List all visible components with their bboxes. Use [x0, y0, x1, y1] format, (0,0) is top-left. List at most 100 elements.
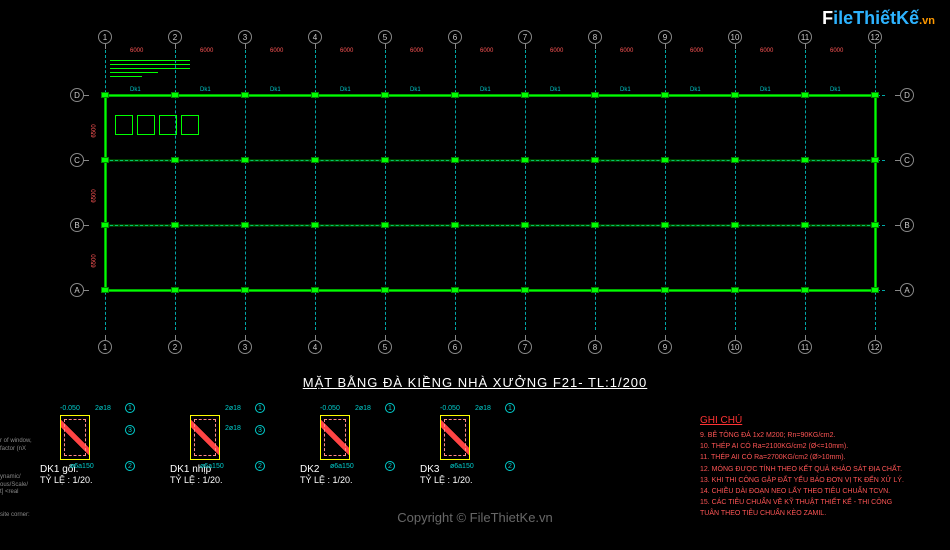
column-marker: [521, 157, 529, 163]
beam-horizontal: [105, 94, 875, 97]
grid-col-1: 1: [98, 30, 112, 44]
column-marker: [381, 222, 389, 228]
beam-horizontal: [105, 159, 875, 162]
dim-col: 6000: [620, 48, 633, 54]
column-marker: [661, 92, 669, 98]
column-marker: [241, 92, 249, 98]
grid-col-6: 6: [448, 340, 462, 354]
column-marker: [171, 222, 179, 228]
room-outline: [137, 115, 155, 135]
beam-horizontal: [105, 289, 875, 292]
column-marker: [241, 157, 249, 163]
column-marker: [801, 92, 809, 98]
grid-col-9: 9: [658, 30, 672, 44]
column-marker: [731, 157, 739, 163]
dim-row: 6500: [92, 124, 98, 137]
column-marker: [451, 157, 459, 163]
aux-lines: [110, 60, 190, 90]
grid-col-2: 2: [168, 340, 182, 354]
grid-col-8: 8: [588, 340, 602, 354]
grid-row-A: A: [70, 283, 84, 297]
column-marker: [451, 287, 459, 293]
grid-row-D: D: [900, 88, 914, 102]
dim-col: 6000: [340, 48, 353, 54]
grid-col-9: 9: [658, 340, 672, 354]
grid-col-10: 10: [728, 30, 742, 44]
column-marker: [241, 287, 249, 293]
dim-col: 6000: [480, 48, 493, 54]
grid-col-5: 5: [378, 30, 392, 44]
column-marker: [171, 287, 179, 293]
grid-row-B: B: [70, 218, 84, 232]
column-marker: [311, 287, 319, 293]
grid-col-7: 7: [518, 30, 532, 44]
grid-row-C: C: [900, 153, 914, 167]
column-marker: [591, 157, 599, 163]
column-marker: [381, 287, 389, 293]
column-marker: [801, 222, 809, 228]
column-marker: [521, 287, 529, 293]
beam-label: Dk1: [830, 87, 841, 93]
beam-horizontal: [105, 224, 875, 227]
column-marker: [871, 92, 879, 98]
column-marker: [661, 222, 669, 228]
grid-col-6: 6: [448, 30, 462, 44]
detail-dk2: -0.050 2ø18 1 ø6a150 2 DK2 TỶ LỆ : 1/20.: [300, 415, 400, 485]
column-marker: [731, 92, 739, 98]
column-marker: [591, 222, 599, 228]
column-marker: [871, 222, 879, 228]
grid-row-B: B: [900, 218, 914, 232]
dim-col: 6000: [200, 48, 213, 54]
beam-label: Dk1: [270, 87, 281, 93]
grid-row-C: C: [70, 153, 84, 167]
column-marker: [101, 92, 109, 98]
dim-row: 6500: [92, 254, 98, 267]
column-marker: [101, 287, 109, 293]
column-marker: [451, 222, 459, 228]
column-marker: [171, 157, 179, 163]
column-marker: [661, 287, 669, 293]
column-marker: [311, 92, 319, 98]
beam-label: Dk1: [550, 87, 561, 93]
beam-label: Dk1: [410, 87, 421, 93]
beam-label: Dk1: [200, 87, 211, 93]
beam-label: Dk1: [340, 87, 351, 93]
column-marker: [801, 287, 809, 293]
column-marker: [521, 222, 529, 228]
grid-col-12: 12: [868, 30, 882, 44]
dim-col: 6000: [410, 48, 423, 54]
column-marker: [451, 92, 459, 98]
dim-row: 6500: [92, 189, 98, 202]
column-marker: [801, 157, 809, 163]
column-marker: [171, 92, 179, 98]
room-outline: [115, 115, 133, 135]
grid-col-2: 2: [168, 30, 182, 44]
grid-col-1: 1: [98, 340, 112, 354]
dim-col: 6000: [130, 48, 143, 54]
dim-col: 6000: [550, 48, 563, 54]
column-marker: [591, 287, 599, 293]
site-logo: FileThiếtKế.vn: [822, 8, 935, 29]
grid-col-11: 11: [798, 340, 812, 354]
grid-col-5: 5: [378, 340, 392, 354]
drawing-canvas[interactable]: FileThiếtKế.vn // placeholder – actual g…: [0, 0, 950, 550]
beam-label: Dk1: [130, 87, 141, 93]
column-marker: [591, 92, 599, 98]
beam-vertical: [104, 95, 107, 290]
dim-col: 6000: [270, 48, 283, 54]
beam-label: Dk1: [690, 87, 701, 93]
grid-row-A: A: [900, 283, 914, 297]
command-panel: r of window, factor (nX ynamic/ ous/Scal…: [0, 438, 60, 520]
grid-col-10: 10: [728, 340, 742, 354]
grid-col-12: 12: [868, 340, 882, 354]
dim-col: 6000: [690, 48, 703, 54]
beam-label: Dk1: [760, 87, 771, 93]
column-marker: [101, 222, 109, 228]
watermark: Copyright © FileThietKe.vn: [397, 510, 553, 525]
column-marker: [731, 287, 739, 293]
column-marker: [731, 222, 739, 228]
notes-title: GHI CHÚ: [700, 415, 930, 426]
room-outline: [159, 115, 177, 135]
column-marker: [521, 92, 529, 98]
beam-vertical: [874, 95, 877, 290]
